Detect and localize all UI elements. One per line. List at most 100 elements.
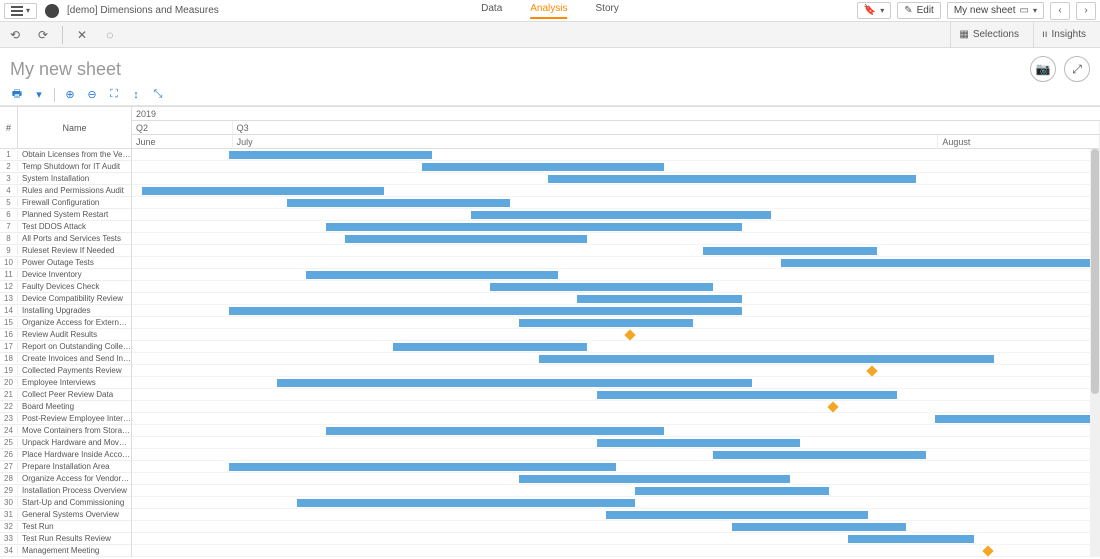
table-row[interactable]: 16Review Audit Results	[0, 329, 131, 341]
nav-story[interactable]: Story	[596, 3, 619, 19]
step-back-button[interactable]: ⟲	[6, 26, 24, 44]
table-row[interactable]: 1Obtain Licenses from the Vendor	[0, 149, 131, 161]
collapse-button[interactable]: ⤡	[149, 86, 167, 104]
table-row[interactable]: 32Test Run	[0, 521, 131, 533]
gantt-bar[interactable]	[422, 163, 664, 171]
table-row[interactable]: 23Post-Review Employee Interviews and	[0, 413, 131, 425]
gantt-bar[interactable]	[577, 295, 742, 303]
table-row[interactable]: 15Organize Access for External Audit Tea	[0, 317, 131, 329]
table-row[interactable]: 29Installation Process Overview	[0, 485, 131, 497]
nav-data[interactable]: Data	[481, 3, 502, 19]
table-row[interactable]: 21Collect Peer Review Data	[0, 389, 131, 401]
scrollbar-thumb[interactable]	[1091, 149, 1099, 394]
table-row[interactable]: 8All Ports and Services Tests	[0, 233, 131, 245]
expand-vert-button[interactable]: ↕	[127, 86, 145, 104]
prev-sheet-button[interactable]: ‹	[1050, 2, 1070, 20]
gantt-bar[interactable]	[848, 535, 974, 543]
gantt-bar[interactable]	[326, 223, 742, 231]
gantt-bar[interactable]	[142, 187, 384, 195]
gantt-bar[interactable]	[229, 151, 432, 159]
vertical-scrollbar[interactable]	[1090, 149, 1100, 557]
table-row[interactable]: 11Device Inventory	[0, 269, 131, 281]
selections-panel-button[interactable]: ▦ Selections	[950, 22, 1027, 48]
snapshot-button[interactable]: 📷	[1030, 56, 1056, 82]
gantt-bar[interactable]	[732, 523, 906, 531]
gantt-bar[interactable]	[635, 487, 829, 495]
table-row[interactable]: 10Power Outage Tests	[0, 257, 131, 269]
table-row[interactable]: 25Unpack Hardware and Move Indoors	[0, 437, 131, 449]
next-sheet-button[interactable]: ›	[1076, 2, 1096, 20]
gantt-bar[interactable]	[297, 499, 636, 507]
clear-selections-button[interactable]: ✕	[73, 26, 91, 44]
print-button[interactable]: 🖶	[8, 86, 26, 104]
sheet-selector[interactable]: My new sheet ▭ ▾	[947, 2, 1044, 19]
table-row[interactable]: 14Installing Upgrades	[0, 305, 131, 317]
milestone-diamond-icon[interactable]	[827, 401, 838, 412]
gantt-bar[interactable]	[548, 175, 916, 183]
gantt-bar[interactable]	[277, 379, 751, 387]
gantt-bar[interactable]	[713, 451, 926, 459]
gantt-bar[interactable]	[393, 343, 587, 351]
gantt-bar[interactable]	[935, 415, 1100, 423]
gantt-bar[interactable]	[306, 271, 558, 279]
milestone-diamond-icon[interactable]	[982, 545, 993, 556]
zoom-out-button[interactable]: ⊖	[83, 86, 101, 104]
nav-analysis[interactable]: Analysis	[530, 3, 567, 19]
table-row[interactable]: 33Test Run Results Review	[0, 533, 131, 545]
fullscreen-button[interactable]: ⤢	[1064, 56, 1090, 82]
gantt-bar[interactable]	[597, 439, 800, 447]
gantt-bar[interactable]	[519, 475, 790, 483]
index-header[interactable]: #	[0, 107, 18, 148]
table-row[interactable]: 4Rules and Permissions Audit	[0, 185, 131, 197]
fit-button[interactable]: ⛶	[105, 86, 123, 104]
name-header[interactable]: Name	[18, 107, 131, 148]
table-row[interactable]: 27Prepare Installation Area	[0, 461, 131, 473]
step-forward-button[interactable]: ⟳	[34, 26, 52, 44]
table-row[interactable]: 26Place Hardware Inside According to In	[0, 449, 131, 461]
table-row[interactable]: 12Faulty Devices Check	[0, 281, 131, 293]
milestone-diamond-icon[interactable]	[624, 329, 635, 340]
row-index: 2	[0, 162, 18, 171]
zoom-in-button[interactable]: ⊕	[61, 86, 79, 104]
table-row[interactable]: 19Collected Payments Review	[0, 365, 131, 377]
table-row[interactable]: 31General Systems Overview	[0, 509, 131, 521]
table-row[interactable]: 22Board Meeting	[0, 401, 131, 413]
table-row[interactable]: 5Firewall Configuration	[0, 197, 131, 209]
row-index: 10	[0, 258, 18, 267]
table-row[interactable]: 13Device Compatibility Review	[0, 293, 131, 305]
gantt-right-pane[interactable]: 2019 Q2 Q3 June July August	[132, 107, 1100, 557]
table-row[interactable]: 24Move Containers from Storage Facility	[0, 425, 131, 437]
gantt-bar[interactable]	[597, 391, 897, 399]
gantt-bar[interactable]	[287, 199, 510, 207]
milestone-diamond-icon[interactable]	[866, 365, 877, 376]
table-row[interactable]: 30Start-Up and Commissioning	[0, 497, 131, 509]
gantt-bar[interactable]	[539, 355, 994, 363]
table-row[interactable]: 6Planned System Restart	[0, 209, 131, 221]
gantt-bar[interactable]	[781, 259, 1100, 267]
print-menu-caret[interactable]: ▾	[30, 86, 48, 104]
quarter-q2: Q2	[132, 121, 233, 134]
gantt-bar[interactable]	[345, 235, 587, 243]
gantt-bar[interactable]	[490, 283, 713, 291]
table-row[interactable]: 3System Installation	[0, 173, 131, 185]
gantt-bar[interactable]	[703, 247, 877, 255]
gantt-bar[interactable]	[471, 211, 771, 219]
gantt-bar[interactable]	[606, 511, 867, 519]
gantt-bar[interactable]	[519, 319, 693, 327]
table-row[interactable]: 17Report on Outstanding Collections	[0, 341, 131, 353]
table-row[interactable]: 28Organize Access for Vendor Installatio	[0, 473, 131, 485]
table-row[interactable]: 9Ruleset Review If Needed	[0, 245, 131, 257]
gantt-bar[interactable]	[229, 307, 742, 315]
edit-button[interactable]: ✎ Edit	[897, 2, 941, 19]
table-row[interactable]: 20Employee Interviews	[0, 377, 131, 389]
gantt-bar[interactable]	[326, 427, 665, 435]
table-row[interactable]: 34Management Meeting	[0, 545, 131, 557]
insights-panel-button[interactable]: ıı Insights	[1033, 22, 1094, 48]
bookmark-button[interactable]: 🔖 ▾	[857, 2, 891, 19]
menu-button[interactable]: ▾	[4, 3, 37, 19]
gantt-bar[interactable]	[229, 463, 616, 471]
smart-search-button[interactable]: ◌	[101, 26, 119, 44]
table-row[interactable]: 2Temp Shutdown for IT Audit	[0, 161, 131, 173]
table-row[interactable]: 7Test DDOS Attack	[0, 221, 131, 233]
table-row[interactable]: 18Create Invoices and Send Invoices	[0, 353, 131, 365]
